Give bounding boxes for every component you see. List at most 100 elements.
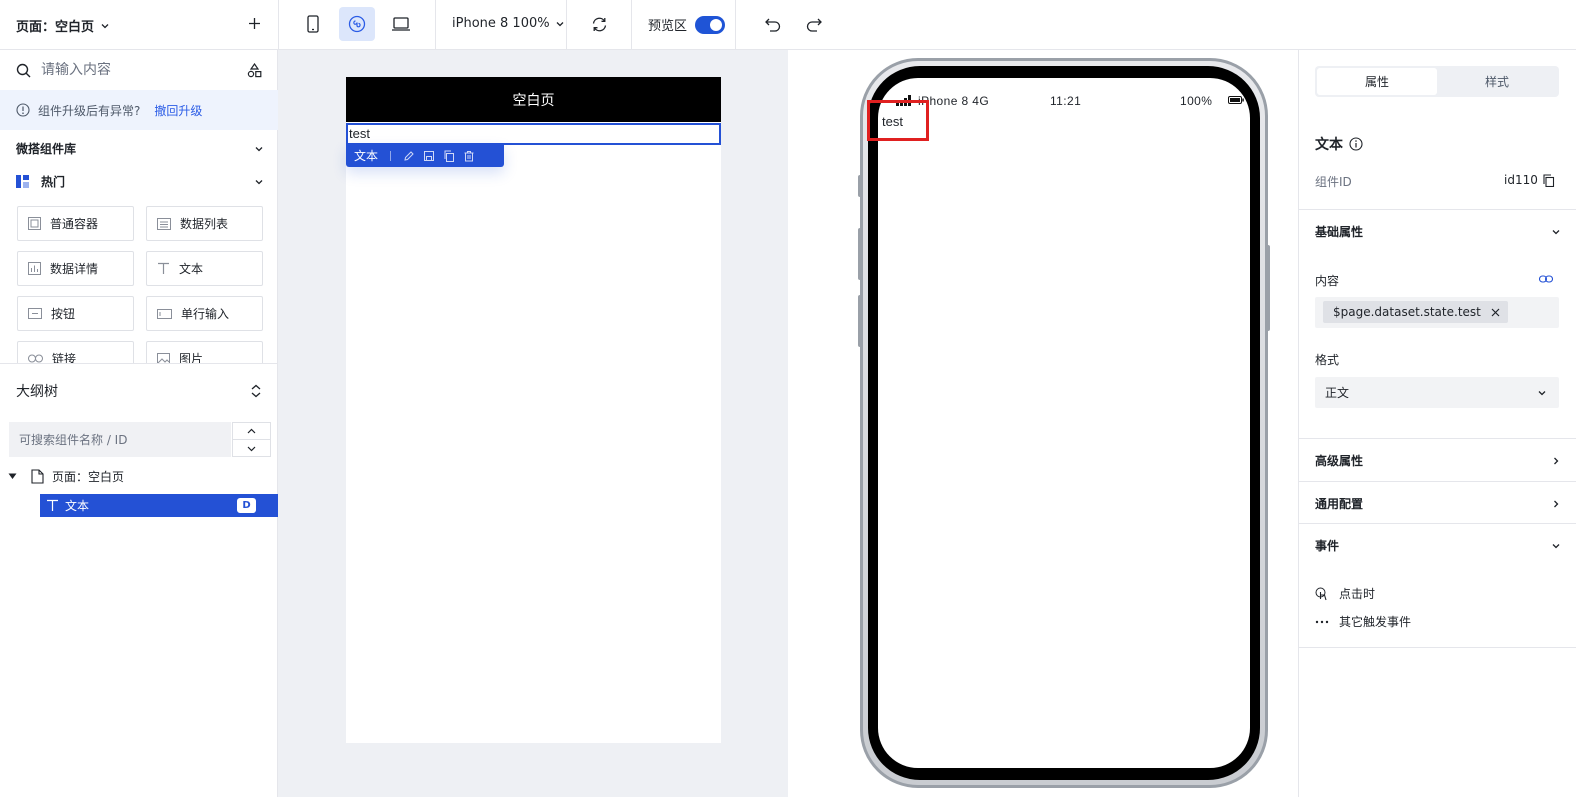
divider <box>631 0 632 50</box>
preview-toggle[interactable]: 预览区 <box>648 15 726 34</box>
outline-search-input[interactable] <box>9 422 231 457</box>
upgrade-notice: 组件升级后有异常? 撤回升级 <box>0 90 278 130</box>
close-icon[interactable] <box>1491 308 1500 317</box>
left-panel: 组件升级后有异常? 撤回升级 微搭组件库 热门 普通容器 数据列表 数据详情 文… <box>0 50 278 797</box>
upgrade-notice-text: 组件升级后有异常? <box>38 103 141 118</box>
divider <box>278 0 279 50</box>
data-binding-icon[interactable] <box>1539 275 1553 283</box>
format-select[interactable]: 正文 <box>1315 377 1559 408</box>
hot-category-header[interactable]: 热门 <box>16 173 264 190</box>
tree-node-page[interactable]: 页面：空白页 <box>8 468 124 485</box>
chevron-up-icon <box>247 428 256 434</box>
event-on-click-label: 点击时 <box>1339 587 1376 601</box>
common-config-title: 通用配置 <box>1315 497 1364 511</box>
save-icon[interactable] <box>423 150 435 162</box>
add-page-button[interactable] <box>248 17 261 30</box>
phone-screen: iPhone 8 4G 11:21 100% test <box>878 78 1250 768</box>
copy-icon[interactable] <box>443 150 455 162</box>
text-icon <box>158 262 169 274</box>
device-selector[interactable]: iPhone 8 100% <box>452 16 565 31</box>
component-link[interactable]: 链接 <box>17 341 134 363</box>
rollback-upgrade-link[interactable]: 撤回升级 <box>154 102 202 119</box>
refresh-icon <box>592 17 606 31</box>
content-binding-field[interactable]: $page.dataset.state.test <box>1315 297 1559 328</box>
outline-nav-stepper <box>232 422 271 457</box>
component-label: 文本 <box>179 262 204 276</box>
component-library-header[interactable]: 微搭组件库 <box>16 140 264 157</box>
component-label: 单行输入 <box>181 307 230 321</box>
canvas-nav-title: 空白页 <box>512 92 555 109</box>
component-data-list[interactable]: 数据列表 <box>146 206 263 241</box>
design-canvas[interactable]: 空白页 test 文本 <box>346 77 721 743</box>
status-time: 11:21 <box>1050 94 1082 108</box>
list-icon <box>157 217 171 230</box>
divider <box>566 0 567 50</box>
component-type-label: 文本 <box>1315 137 1343 153</box>
divider <box>1299 209 1576 210</box>
mobile-view-button[interactable] <box>295 7 331 41</box>
battery-icon <box>1228 96 1244 104</box>
tab-style[interactable]: 样式 <box>1437 68 1557 95</box>
component-text[interactable]: 文本 <box>146 251 263 286</box>
data-bound-badge: D <box>237 498 256 513</box>
copy-icon[interactable] <box>1542 173 1555 187</box>
basic-props-header[interactable]: 基础属性 <box>1315 223 1561 240</box>
caret-down-icon[interactable] <box>8 473 17 480</box>
format-select-value: 正文 <box>1325 386 1350 400</box>
divider <box>1299 647 1576 648</box>
outline-next-button[interactable] <box>233 440 270 457</box>
format-label: 格式 <box>1315 353 1340 367</box>
outline-prev-button[interactable] <box>233 423 270 440</box>
undo-icon <box>765 18 781 32</box>
chevron-down-icon <box>247 446 256 451</box>
event-other-triggers-label: 其它触发事件 <box>1339 615 1412 629</box>
link-icon <box>28 354 43 363</box>
device-selector-label: iPhone 8 100% <box>452 16 550 31</box>
text-icon <box>47 499 58 511</box>
info-icon <box>16 103 30 117</box>
component-image[interactable]: 图片 <box>146 341 263 363</box>
redo-button[interactable] <box>796 7 832 41</box>
component-label: 按钮 <box>51 307 76 321</box>
events-header[interactable]: 事件 <box>1315 537 1561 554</box>
phone-frame: iPhone 8 4G 11:21 100% test <box>860 58 1268 788</box>
top-toolbar: 页面：空白页 iPhone 8 100% 预览区 <box>0 0 1576 50</box>
chevron-down-icon <box>556 21 564 26</box>
component-label: 链接 <box>52 352 77 363</box>
delete-icon[interactable] <box>463 150 475 162</box>
miniprogram-view-button[interactable] <box>339 7 375 41</box>
chevron-right-icon <box>1554 457 1559 464</box>
component-data-detail[interactable]: 数据详情 <box>17 251 134 286</box>
desktop-view-button[interactable] <box>383 7 419 41</box>
highlight-box <box>867 100 929 141</box>
event-on-click[interactable]: 点击时 <box>1315 585 1375 602</box>
component-button[interactable]: 按钮 <box>17 296 134 331</box>
tree-node-text[interactable]: 文本 D <box>40 494 278 517</box>
edit-icon[interactable] <box>403 150 415 162</box>
hot-category-icon <box>16 175 29 188</box>
event-other-triggers[interactable]: 其它触发事件 <box>1315 613 1411 630</box>
common-config-header[interactable]: 通用配置 <box>1315 495 1561 512</box>
component-search-input[interactable] <box>41 62 247 78</box>
component-type-title: 文本 <box>1315 134 1363 154</box>
component-search <box>0 50 278 90</box>
tree-node-page-label: 页面：空白页 <box>52 470 125 484</box>
detail-icon <box>28 262 41 275</box>
component-single-input[interactable]: 单行输入 <box>146 296 263 331</box>
component-container[interactable]: 普通容器 <box>17 206 134 241</box>
chevron-down-icon <box>1552 229 1560 234</box>
advanced-props-header[interactable]: 高级属性 <box>1315 452 1561 469</box>
selected-text-component[interactable]: test <box>346 123 721 145</box>
laptop-icon <box>392 17 410 31</box>
tab-properties[interactable]: 属性 <box>1317 68 1437 95</box>
undo-button[interactable] <box>755 7 791 41</box>
binding-tag-label: $page.dataset.state.test <box>1333 305 1481 319</box>
info-icon[interactable] <box>1349 137 1363 151</box>
preview-switch[interactable] <box>695 15 726 34</box>
refresh-button[interactable] <box>581 7 617 41</box>
preview-toggle-label: 预览区 <box>648 19 688 34</box>
page-selector[interactable]: 页面：空白页 <box>16 16 110 35</box>
divider <box>1299 523 1576 524</box>
expand-collapse-icon[interactable] <box>250 384 262 398</box>
shapes-icon[interactable] <box>247 62 262 78</box>
